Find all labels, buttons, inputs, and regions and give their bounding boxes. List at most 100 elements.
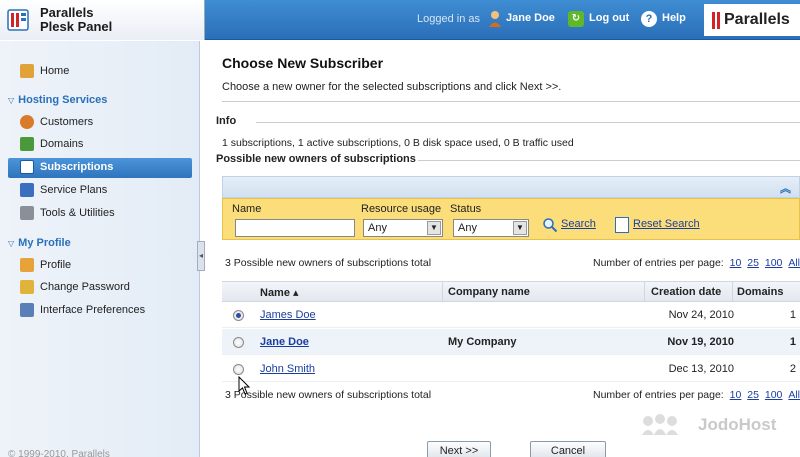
search-panel: Name Resource usage Any ▼ Status Any ▼ S… bbox=[222, 198, 800, 240]
sidebar-item-customers[interactable]: Customers bbox=[20, 113, 93, 131]
pager-bottom: Number of entries per page: 10 25 100 Al… bbox=[593, 389, 800, 401]
sidebar-item-label-active[interactable]: Subscriptions bbox=[40, 161, 113, 173]
expand-triangle-icon: ▽ bbox=[8, 239, 15, 248]
created-cell: Nov 19, 2010 bbox=[667, 336, 734, 348]
page-size-all[interactable]: All bbox=[788, 389, 800, 401]
mouse-cursor-icon bbox=[238, 376, 251, 395]
parallels-logo-text: Parallels bbox=[724, 11, 790, 28]
owner-name-link[interactable]: Jane Doe bbox=[260, 336, 309, 348]
user-name[interactable]: Jane Doe bbox=[506, 12, 555, 24]
status-value: Any bbox=[458, 222, 477, 234]
sidebar-item-tools[interactable]: Tools & Utilities bbox=[20, 204, 115, 222]
cancel-button[interactable]: Cancel bbox=[530, 441, 606, 457]
status-select[interactable]: Any ▼ bbox=[453, 219, 529, 237]
sidebar-item-label: Domains bbox=[40, 138, 84, 150]
sidebar-item-service-plans[interactable]: Service Plans bbox=[20, 181, 107, 199]
created-cell: Nov 24, 2010 bbox=[668, 309, 734, 321]
pager-top: Number of entries per page: 10 25 100 Al… bbox=[593, 257, 800, 269]
reset-search-icon[interactable] bbox=[615, 217, 629, 233]
top-header: Parallels Plesk Panel Logged in as Jane … bbox=[0, 0, 800, 40]
logout-link[interactable]: Log out bbox=[589, 12, 629, 24]
page-title: Choose New Subscriber bbox=[222, 55, 384, 71]
page-size-10[interactable]: 10 bbox=[730, 257, 742, 269]
page-size-10[interactable]: 10 bbox=[730, 389, 742, 401]
table-row[interactable]: John Smith Dec 13, 2010 2 bbox=[222, 356, 800, 382]
info-heading: Info bbox=[216, 115, 237, 127]
column-header-company[interactable]: Company name bbox=[448, 286, 530, 298]
domains-cell: 2 bbox=[789, 363, 796, 375]
owner-name-link[interactable]: James Doe bbox=[260, 309, 316, 321]
sidebar-item-label: Home bbox=[40, 65, 70, 77]
row-radio[interactable] bbox=[233, 310, 244, 321]
entries-per-page-label: Number of entries per page: bbox=[592, 257, 724, 269]
sidebar-item-home[interactable]: Home bbox=[20, 62, 69, 80]
brand[interactable]: Parallels Plesk Panel bbox=[0, 0, 205, 40]
list-toolbar: ︽ bbox=[222, 176, 800, 198]
copyright: © 1999-2010, Parallels bbox=[8, 449, 110, 457]
watermark: JodoHost bbox=[698, 415, 777, 434]
owner-name-link[interactable]: John Smith bbox=[260, 363, 315, 375]
sidebar-group-profile[interactable]: ▽ My Profile bbox=[8, 237, 71, 249]
page-size-100[interactable]: 100 bbox=[765, 389, 783, 401]
divider bbox=[418, 160, 800, 161]
dropdown-arrow-icon: ▼ bbox=[513, 221, 527, 235]
sidebar-group-label: Hosting Services bbox=[18, 94, 108, 106]
domains-cell: 1 bbox=[789, 336, 796, 348]
page-size-all[interactable]: All bbox=[788, 257, 800, 269]
help-link[interactable]: Help bbox=[662, 12, 686, 24]
sidebar-group-hosting[interactable]: ▽ Hosting Services bbox=[8, 94, 107, 106]
table-row[interactable]: Jane Doe My Company Nov 19, 2010 1 bbox=[222, 329, 800, 355]
page-size-25[interactable]: 25 bbox=[747, 257, 759, 269]
sidebar-item-label: Customers bbox=[40, 116, 94, 128]
user-icon bbox=[489, 11, 501, 27]
profile-icon bbox=[20, 258, 34, 272]
column-divider bbox=[442, 282, 443, 302]
sidebar-item-label: Interface Preferences bbox=[40, 304, 146, 316]
name-filter-input[interactable] bbox=[235, 219, 355, 237]
column-header-created[interactable]: Creation date bbox=[651, 286, 721, 298]
main-content: Choose New Subscriber Choose a new owner… bbox=[212, 41, 800, 457]
jodohost-logo-icon bbox=[642, 414, 678, 435]
search-link[interactable]: Search bbox=[561, 218, 596, 230]
resource-usage-select[interactable]: Any ▼ bbox=[363, 219, 443, 237]
plesk-logo-icon bbox=[7, 9, 29, 31]
created-cell: Dec 13, 2010 bbox=[668, 363, 734, 375]
sidebar-item-label: Change Password bbox=[40, 281, 130, 293]
column-header-name[interactable]: Name ▴ bbox=[260, 286, 299, 299]
help-icon[interactable]: ? bbox=[641, 11, 657, 27]
row-radio[interactable] bbox=[233, 364, 244, 375]
row-radio[interactable] bbox=[233, 337, 244, 348]
reset-search-link[interactable]: Reset Search bbox=[633, 218, 700, 230]
service-plans-icon bbox=[20, 183, 34, 197]
search-icon[interactable] bbox=[542, 217, 558, 233]
home-icon bbox=[20, 64, 34, 78]
parallels-bars-icon bbox=[712, 12, 720, 29]
logout-icon[interactable]: ↻ bbox=[568, 11, 584, 27]
name-filter-label: Name bbox=[232, 203, 262, 215]
tools-icon bbox=[20, 206, 34, 220]
brand-line2: Plesk Panel bbox=[40, 19, 113, 34]
sidebar-item-domains[interactable]: Domains bbox=[20, 135, 83, 153]
sidebar-item-profile[interactable]: Profile bbox=[20, 256, 71, 274]
divider bbox=[222, 101, 800, 102]
sidebar-item-interface-prefs[interactable]: Interface Preferences bbox=[20, 301, 145, 319]
company-cell: My Company bbox=[448, 336, 517, 348]
page-size-100[interactable]: 100 bbox=[765, 257, 783, 269]
collapse-chevron-icon[interactable]: ︽ bbox=[780, 180, 791, 196]
column-divider bbox=[644, 282, 645, 302]
sidebar-collapse-handle[interactable]: ◂ bbox=[197, 241, 205, 271]
table-row[interactable]: James Doe Nov 24, 2010 1 bbox=[222, 302, 800, 328]
sidebar-item-label: Tools & Utilities bbox=[40, 207, 115, 219]
subscriptions-icon bbox=[20, 158, 40, 176]
sidebar: Home ▽ Hosting Services Customers Domains… bbox=[0, 41, 200, 457]
resource-usage-value: Any bbox=[368, 222, 387, 234]
customers-icon bbox=[20, 115, 34, 129]
resource-filter-label: Resource usage bbox=[361, 203, 442, 215]
page-size-25[interactable]: 25 bbox=[747, 389, 759, 401]
column-header-domains[interactable]: Domains bbox=[737, 286, 783, 298]
divider bbox=[256, 122, 800, 123]
next-button[interactable]: Next >> bbox=[427, 441, 491, 457]
owners-heading: Possible new owners of subscriptions bbox=[216, 153, 416, 165]
sidebar-item-change-password[interactable]: Change Password bbox=[20, 278, 130, 296]
subscriptions-icon-shape bbox=[20, 160, 34, 174]
